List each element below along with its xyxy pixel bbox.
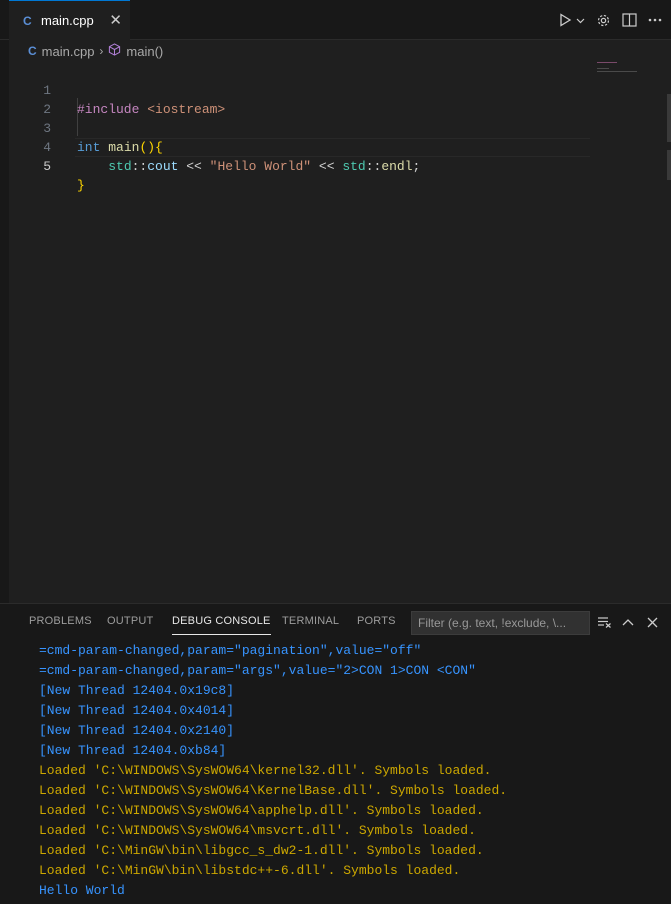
tab-label: main.cpp xyxy=(41,13,94,28)
close-icon[interactable]: ✕ xyxy=(109,13,122,28)
tab-debug-console[interactable]: DEBUG CONSOLE xyxy=(172,615,271,635)
tab-terminal[interactable]: TERMINAL xyxy=(282,615,339,627)
panel-tabs: PROBLEMS OUTPUT DEBUG CONSOLE TERMINAL P… xyxy=(0,604,671,640)
breadcrumb-symbol[interactable]: main() xyxy=(126,44,163,59)
chevron-up-icon[interactable] xyxy=(620,614,636,630)
console-line: [New Thread 12404.0x4014] xyxy=(39,703,235,718)
code-line: 3 int main(){ xyxy=(9,100,589,155)
code-editor[interactable]: 1 #include <iostream> 2 3 int main(){ 4 … xyxy=(9,60,671,603)
code-line: 5 } xyxy=(9,138,589,193)
tab-output[interactable]: OUTPUT xyxy=(107,615,153,627)
chevron-right-icon: › xyxy=(99,44,104,58)
console-line: Loaded 'C:\WINDOWS\SysWOW64\msvcrt.dll'.… xyxy=(39,823,476,838)
tab-ports[interactable]: PORTS xyxy=(357,615,396,627)
minimap[interactable] xyxy=(597,62,647,82)
code-line: 4 std::cout << "Hello World" << std::end… xyxy=(9,119,589,174)
console-line: Loaded 'C:\MinGW\bin\libstdc++-6.dll'. S… xyxy=(39,863,461,878)
console-line: Loaded 'C:\WINDOWS\SysWOW64\apphelp.dll'… xyxy=(39,803,484,818)
panel-actions xyxy=(596,614,660,630)
code-token: } xyxy=(77,178,85,193)
console-line: Loaded 'C:\WINDOWS\SysWOW64\KernelBase.d… xyxy=(39,783,508,798)
console-line: [New Thread 12404.0x2140] xyxy=(39,723,235,738)
code-line: 2 xyxy=(9,81,589,117)
filter-input[interactable]: Filter (e.g. text, !exclude, \... xyxy=(411,611,590,635)
code-token: << xyxy=(178,159,210,174)
debug-console-output[interactable]: =cmd-param-changed,param="pagination",va… xyxy=(39,641,669,901)
console-line: [New Thread 12404.0xb84] xyxy=(39,743,227,758)
editor-tab-bar: C main.cpp ✕ xyxy=(0,0,671,40)
code-token: << xyxy=(311,159,343,174)
console-line: =cmd-param-changed,param="pagination",va… xyxy=(39,643,422,658)
console-line: [New Thread 12404.0x19c8] xyxy=(39,683,235,698)
cpp-file-icon: C xyxy=(28,44,37,58)
code-token: endl xyxy=(381,159,413,174)
breadcrumb: C main.cpp › main() xyxy=(28,42,163,60)
more-actions-icon[interactable] xyxy=(647,12,663,28)
tab-problems[interactable]: PROBLEMS xyxy=(29,615,92,627)
code-token: :: xyxy=(365,159,382,174)
run-icon[interactable] xyxy=(557,12,573,28)
scrollbar-marker xyxy=(667,150,671,180)
clear-console-icon[interactable] xyxy=(596,614,612,630)
code-token: :: xyxy=(131,159,148,174)
editor-actions xyxy=(557,12,663,28)
code-token: "Hello World" xyxy=(209,159,312,174)
line-number: 5 xyxy=(43,159,51,174)
scrollbar[interactable] xyxy=(667,94,671,142)
chevron-down-icon[interactable] xyxy=(575,12,585,28)
breadcrumb-file[interactable]: main.cpp xyxy=(42,44,95,59)
code-line: 1 #include <iostream> xyxy=(9,62,589,117)
close-panel-icon[interactable] xyxy=(644,614,660,630)
bottom-panel: PROBLEMS OUTPUT DEBUG CONSOLE TERMINAL P… xyxy=(0,603,671,904)
code-token: ; xyxy=(412,159,421,174)
split-editor-icon[interactable] xyxy=(621,12,637,28)
code-token: std xyxy=(342,159,366,174)
code-token: std xyxy=(108,159,132,174)
console-line: Loaded 'C:\MinGW\bin\libgcc_s_dw2-1.dll'… xyxy=(39,843,484,858)
method-cube-icon xyxy=(108,43,121,59)
tab-main-cpp[interactable]: C main.cpp ✕ xyxy=(9,0,130,40)
console-line: =cmd-param-changed,param="args",value="2… xyxy=(39,663,476,678)
code-token: cout xyxy=(147,159,179,174)
cpp-file-icon: C xyxy=(23,13,32,28)
gear-icon[interactable] xyxy=(595,12,611,28)
console-line: Loaded 'C:\WINDOWS\SysWOW64\kernel32.dll… xyxy=(39,763,492,778)
console-line: Hello World xyxy=(39,883,125,898)
